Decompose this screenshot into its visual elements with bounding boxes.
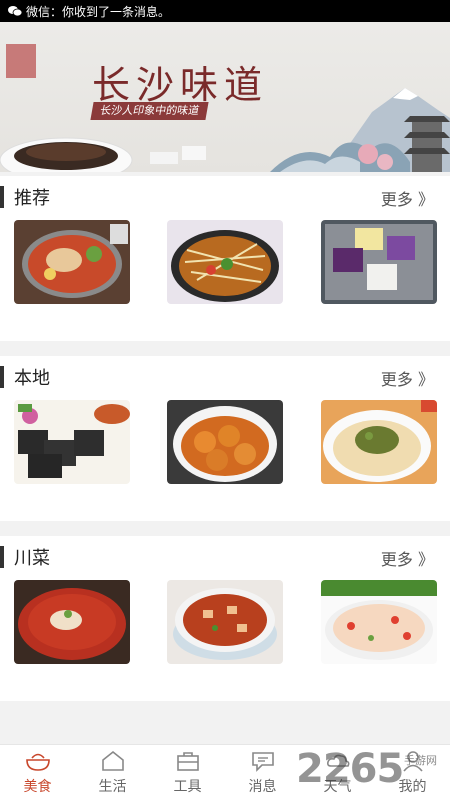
tab-label: 消息 bbox=[248, 779, 277, 795]
status-bar: 微信：你收到了一条消息。 bbox=[0, 0, 450, 22]
tab-food[interactable]: 美食 bbox=[0, 745, 75, 800]
wechat-icon bbox=[8, 6, 22, 17]
food-thumbnail-braised-eggs[interactable] bbox=[167, 400, 283, 484]
food-thumbnail-stinky-tofu[interactable] bbox=[14, 400, 130, 484]
tab-label: 美食 bbox=[23, 779, 52, 795]
section-title: 本地 bbox=[14, 368, 50, 389]
chili-fish-image bbox=[14, 580, 130, 664]
food-thumbnail-chili-fish[interactable] bbox=[14, 580, 130, 664]
section-marker bbox=[0, 366, 4, 388]
section-title: 川菜 bbox=[14, 548, 50, 569]
banner-title: 长沙味道 bbox=[92, 63, 269, 107]
food-thumbnail-chicken-feet[interactable] bbox=[321, 580, 437, 664]
skewers-image bbox=[167, 220, 283, 304]
chicken-feet-image bbox=[321, 580, 437, 664]
banner[interactable]: 长沙味道 长沙人印象中的味道 bbox=[0, 22, 450, 172]
tab-life[interactable]: 生活 bbox=[75, 745, 150, 800]
tab-messages[interactable]: 消息 bbox=[225, 745, 300, 800]
food-thumbnail-mapo-tofu[interactable] bbox=[167, 580, 283, 664]
food-bowl-icon bbox=[25, 753, 50, 771]
cakes-image bbox=[321, 220, 437, 304]
section-marker bbox=[0, 546, 4, 568]
home-icon bbox=[101, 750, 124, 771]
section-title: 推荐 bbox=[14, 188, 50, 209]
more-link[interactable]: 更多 》 bbox=[381, 366, 434, 390]
toolbox-icon bbox=[176, 752, 199, 771]
braised-eggs-image bbox=[167, 400, 283, 484]
food-thumbnail-skewers[interactable] bbox=[167, 220, 283, 304]
food-thumbnail-cakes[interactable] bbox=[321, 220, 437, 304]
tab-tools[interactable]: 工具 bbox=[150, 745, 225, 800]
notification-text: 微信：你收到了一条消息。 bbox=[26, 4, 171, 19]
food-thumbnail-noodles[interactable] bbox=[321, 400, 437, 484]
food-thumbnail-hotpot[interactable] bbox=[14, 220, 130, 304]
section-recommend: 推荐 更多 》 bbox=[0, 176, 450, 341]
tab-label: 生活 bbox=[98, 779, 127, 795]
section-marker bbox=[0, 186, 4, 208]
tab-label: 工具 bbox=[173, 779, 202, 795]
message-icon bbox=[251, 752, 274, 772]
hotpot-image bbox=[14, 220, 130, 304]
more-link[interactable]: 更多 》 bbox=[381, 546, 434, 570]
banner-subtitle: 长沙人印象中的味道 bbox=[90, 102, 209, 120]
noodles-image bbox=[321, 400, 437, 484]
section-local: 本地 更多 》 bbox=[0, 356, 450, 521]
stinky-tofu-image bbox=[14, 400, 130, 484]
more-link[interactable]: 更多 》 bbox=[381, 186, 434, 210]
mapo-tofu-image bbox=[167, 580, 283, 664]
section-sichuan: 川菜 更多 》 bbox=[0, 536, 450, 701]
watermark-subtext: 手游网 bbox=[404, 754, 437, 767]
watermark-logo: 2265 bbox=[296, 746, 404, 792]
